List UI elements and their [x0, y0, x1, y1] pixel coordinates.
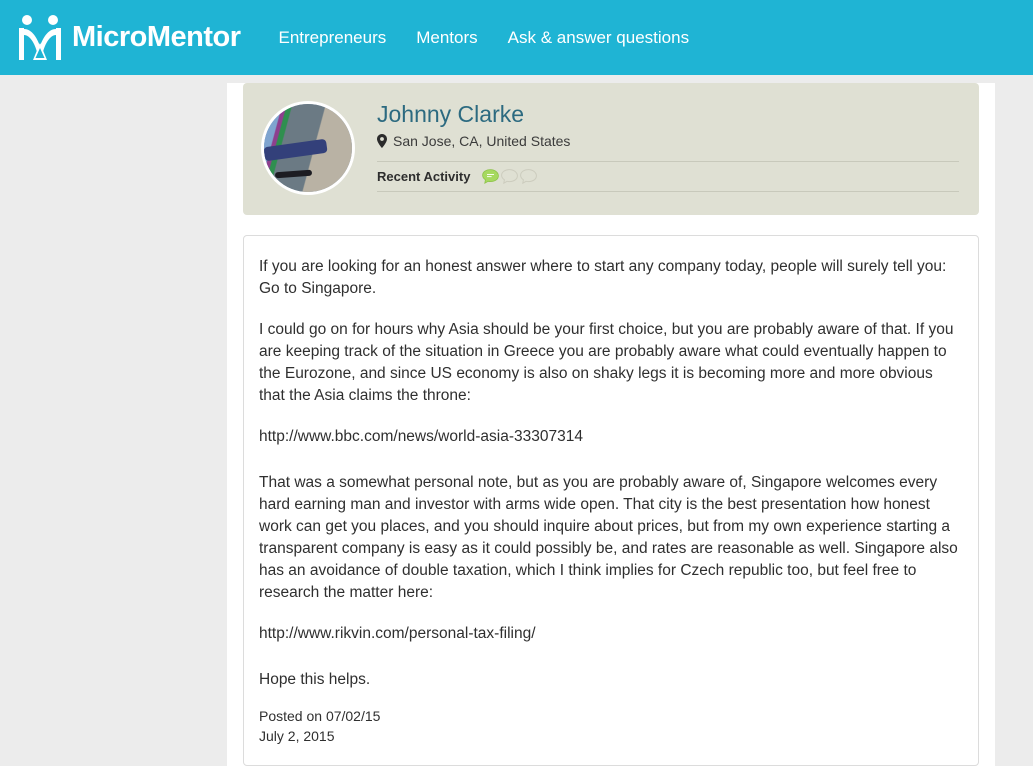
answer-link-bbc[interactable]: http://www.bbc.com/news/world-asia-33307…: [259, 426, 960, 448]
nav-ask-answer-questions[interactable]: Ask & answer questions: [508, 29, 689, 46]
avatar-photo-icon: [264, 104, 352, 192]
recent-activity-label: Recent Activity: [377, 169, 471, 185]
main-nav: Entrepreneurs Mentors Ask & answer quest…: [279, 29, 690, 46]
nav-mentors[interactable]: Mentors: [416, 29, 477, 46]
recent-activity-row: Recent Activity: [377, 161, 959, 193]
speech-bubble-icon-empty-1: [501, 169, 519, 185]
micromentor-m-logo-icon: [19, 14, 61, 60]
activity-bubbles: [482, 169, 538, 185]
brand-name: MicroMentor: [72, 21, 241, 53]
avatar[interactable]: [261, 101, 355, 195]
answer-card: If you are looking for an honest answer …: [243, 235, 979, 766]
posted-meta: Posted on 07/02/15 July 2, 2015: [259, 707, 960, 747]
speech-bubble-icon-filled: [482, 169, 500, 185]
brand-logo[interactable]: MicroMentor: [18, 14, 241, 62]
answer-link-rikvin[interactable]: http://www.rikvin.com/personal-tax-filin…: [259, 623, 960, 645]
map-pin-icon: [377, 134, 387, 149]
nav-entrepreneurs[interactable]: Entrepreneurs: [279, 29, 387, 46]
profile-name[interactable]: Johnny Clarke: [377, 101, 959, 127]
posted-on: Posted on 07/02/15: [259, 708, 381, 724]
profile-location-text: San Jose, CA, United States: [393, 133, 571, 150]
answer-paragraph-1: If you are looking for an honest answer …: [259, 258, 947, 297]
profile-card: Johnny Clarke San Jose, CA, United State…: [243, 83, 979, 215]
profile-info: Johnny Clarke San Jose, CA, United State…: [377, 101, 959, 193]
answer-paragraph-2: I could go on for hours why Asia should …: [259, 321, 954, 404]
answer-closing: Hope this helps.: [259, 671, 371, 688]
posted-date: July 2, 2015: [259, 727, 335, 744]
page-content-column: Johnny Clarke San Jose, CA, United State…: [227, 83, 995, 766]
answer-paragraph-3: That was a somewhat personal note, but a…: [259, 474, 958, 601]
speech-bubble-icon-empty-2: [520, 169, 538, 185]
profile-location: San Jose, CA, United States: [377, 133, 959, 161]
site-header: MicroMentor Entrepreneurs Mentors Ask & …: [0, 0, 1033, 75]
